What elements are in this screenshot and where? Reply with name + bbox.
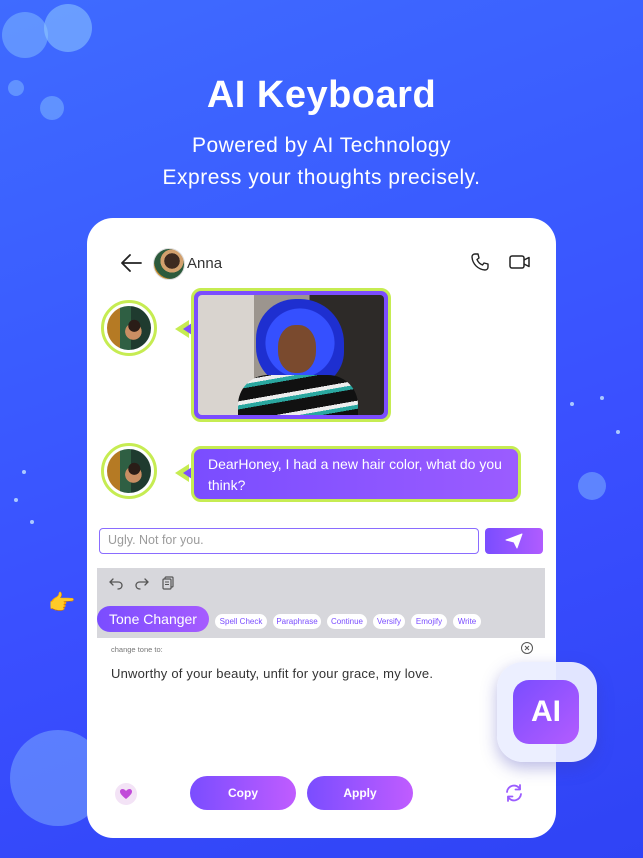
sparkle xyxy=(616,430,620,434)
tone-result-text[interactable]: Unworthy of your beauty, unfit for your … xyxy=(111,666,433,681)
chip-emojify[interactable]: Emojify xyxy=(411,614,447,629)
tone-hint-label: change tone to: xyxy=(111,645,163,654)
message-photo-bubble[interactable] xyxy=(191,288,391,422)
phone-icon[interactable] xyxy=(471,253,489,271)
hero-subtitle-2: Express your thoughts precisely. xyxy=(162,166,481,189)
refresh-icon[interactable] xyxy=(503,782,525,804)
arrow-left-icon[interactable] xyxy=(119,252,143,274)
ai-badge[interactable]: AI xyxy=(497,662,597,762)
sparkle xyxy=(22,470,26,474)
sparkle xyxy=(570,402,574,406)
apply-button[interactable]: Apply xyxy=(307,776,413,810)
heart-icon[interactable] xyxy=(115,783,137,805)
hero-subtitle-1: Powered by AI Technology xyxy=(191,134,452,157)
chip-paraphrase[interactable]: Paraphrase xyxy=(273,614,321,629)
contact-avatar[interactable] xyxy=(153,248,185,280)
close-circle-icon[interactable] xyxy=(521,642,533,654)
bokeh-circle xyxy=(44,4,92,52)
chip-versify[interactable]: Versify xyxy=(373,614,405,629)
chat-header: Anna xyxy=(87,246,556,280)
sender-avatar[interactable] xyxy=(101,443,157,499)
message-composer: Ugly. Not for you. xyxy=(99,528,545,555)
video-camera-icon[interactable] xyxy=(509,253,531,271)
phone-mockup: Anna DearHoney, I had a new hair color, … xyxy=(87,218,556,838)
message-input[interactable]: Ugly. Not for you. xyxy=(99,528,479,554)
sparkle xyxy=(600,396,604,400)
chip-continue[interactable]: Continue xyxy=(327,614,367,629)
tone-changer-button[interactable]: Tone Changer xyxy=(97,606,209,632)
chip-spell-check[interactable]: Spell Check xyxy=(215,614,267,629)
send-button[interactable] xyxy=(485,528,543,554)
ai-badge-label: AI xyxy=(513,680,579,744)
pointing-hand-icon: 👉 xyxy=(48,590,76,615)
chip-write[interactable]: Write xyxy=(453,614,481,629)
clipboard-icon[interactable] xyxy=(161,576,175,590)
undo-icon[interactable] xyxy=(109,576,123,590)
keyboard-toolbar: Tone Changer Spell Check Paraphrase Cont… xyxy=(97,568,545,638)
sparkle xyxy=(14,498,18,502)
redo-icon[interactable] xyxy=(135,576,149,590)
bokeh-circle xyxy=(578,472,606,500)
sparkle xyxy=(30,520,34,524)
bokeh-circle xyxy=(2,12,48,58)
sender-avatar[interactable] xyxy=(101,300,157,356)
copy-button[interactable]: Copy xyxy=(190,776,296,810)
paper-plane-icon xyxy=(505,533,523,549)
message-text-bubble[interactable]: DearHoney, I had a new hair color, what … xyxy=(191,446,521,502)
message-photo[interactable] xyxy=(198,295,384,415)
hero-title: AI Keyboard xyxy=(206,74,437,116)
contact-name[interactable]: Anna xyxy=(187,255,222,272)
